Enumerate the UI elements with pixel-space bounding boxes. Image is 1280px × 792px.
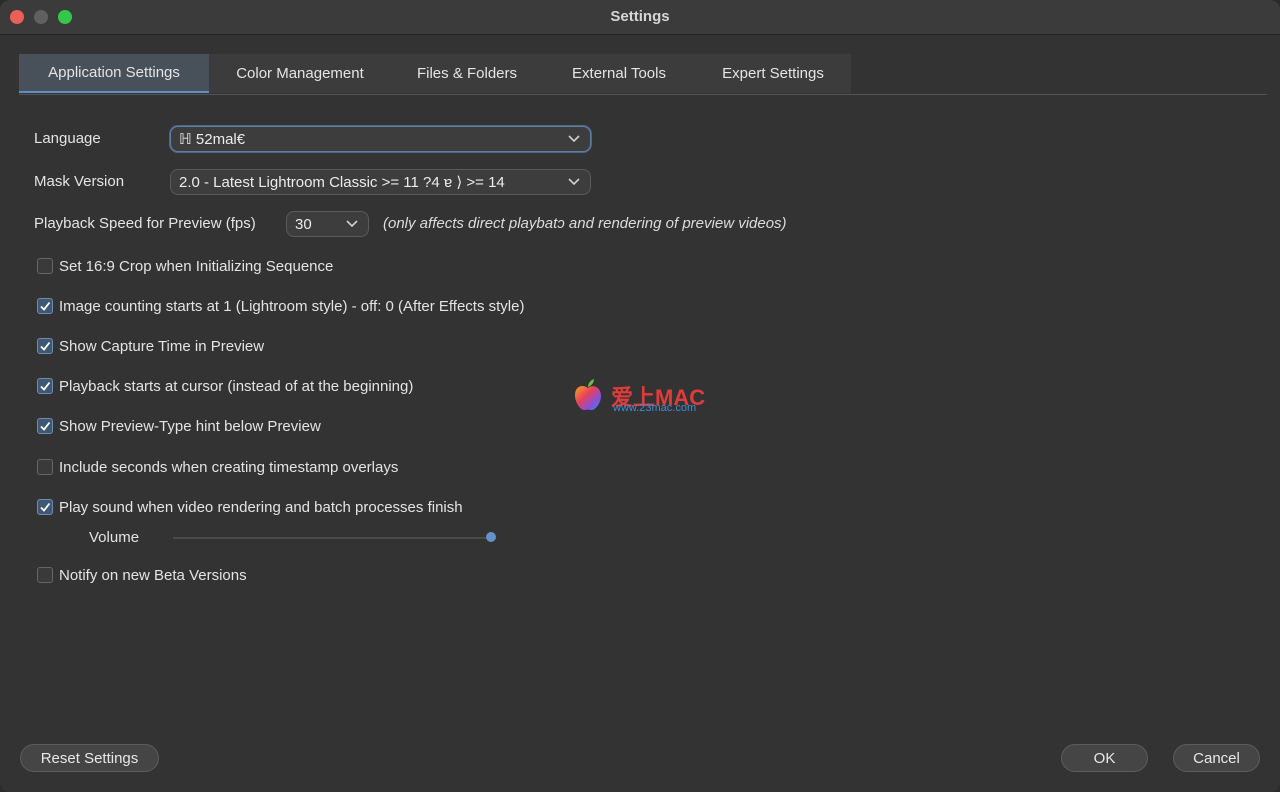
beta-versions-option[interactable]: Notify on new Beta Versions	[37, 566, 247, 584]
chevron-down-icon	[568, 178, 580, 186]
watermark: 爱上MAC www.23mac.com	[573, 378, 713, 416]
volume-slider-track[interactable]	[173, 537, 491, 539]
language-select[interactable]: ℍ 52mal€	[170, 126, 591, 152]
chevron-down-icon	[346, 220, 358, 228]
show-capture-time-option[interactable]: Show Capture Time in Preview	[37, 337, 264, 355]
checkbox-label: Show Preview-Type hint below Preview	[59, 417, 321, 435]
checkmark-icon	[40, 502, 51, 512]
checkbox-label: Notify on new Beta Versions	[59, 566, 247, 584]
checkbox[interactable]	[37, 459, 53, 475]
checkbox-label: Play sound when video rendering and batc…	[59, 498, 463, 516]
playback-speed-value: 30	[295, 215, 312, 233]
play-sound-option[interactable]: Play sound when video rendering and batc…	[37, 498, 463, 516]
checkbox-label: Show Capture Time in Preview	[59, 337, 265, 355]
mask-version-select[interactable]: 2.0 - Latest Lightroom Classic >= 11 ?4 …	[170, 169, 591, 195]
checkmark-icon	[40, 381, 51, 391]
playback-speed-label: Playback Speed for Preview (fps)	[34, 215, 256, 232]
checkbox-label: Set 16:9 Crop when Initializing Sequence	[59, 257, 334, 275]
mask-version-value: 2.0 - Latest Lightroom Classic >= 11 ?4 …	[179, 174, 505, 191]
tab-color-management[interactable]: Color Management	[209, 54, 391, 93]
checkbox-label: Playback starts at cursor (instead of at…	[59, 377, 414, 395]
language-label: Language	[34, 130, 101, 147]
checkbox[interactable]	[37, 298, 53, 314]
checkmark-icon	[40, 421, 51, 431]
playback-speed-select[interactable]: 30	[286, 211, 369, 237]
reset-settings-button[interactable]: Reset Settings	[20, 744, 159, 772]
chevron-down-icon	[568, 135, 580, 143]
checkbox[interactable]	[37, 258, 53, 274]
checkmark-icon	[40, 301, 51, 311]
preview-type-hint-option[interactable]: Show Preview-Type hint below Preview	[37, 417, 321, 435]
apple-logo-icon	[575, 379, 601, 411]
language-value: ℍ 52mal€	[179, 131, 246, 148]
settings-window: Settings Application Settings Color Mana…	[0, 0, 1280, 792]
checkbox[interactable]	[37, 378, 53, 394]
crop-16-9-option[interactable]: Set 16:9 Crop when Initializing Sequence	[37, 257, 333, 275]
window-title: Settings	[610, 8, 670, 25]
playback-at-cursor-option[interactable]: Playback starts at cursor (instead of at…	[37, 377, 413, 395]
checkbox[interactable]	[37, 499, 53, 515]
tab-bar: Application Settings Color Management Fi…	[19, 54, 1267, 95]
checkmark-icon	[40, 341, 51, 351]
tab-external-tools[interactable]: External Tools	[543, 54, 695, 93]
volume-label: Volume	[89, 529, 140, 546]
tab-expert-settings[interactable]: Expert Settings	[695, 54, 851, 93]
tab-application-settings[interactable]: Application Settings	[19, 54, 209, 93]
checkbox-label: Include seconds when creating timestamp …	[59, 458, 399, 476]
title-bar: Settings	[0, 0, 1280, 35]
cancel-button[interactable]: Cancel	[1173, 744, 1260, 772]
checkbox[interactable]	[37, 567, 53, 583]
image-counting-option[interactable]: Image counting starts at 1 (Lightroom st…	[37, 297, 524, 315]
mask-version-label: Mask Version	[34, 173, 125, 190]
watermark-url: www.23mac.com	[613, 402, 697, 414]
checkbox[interactable]	[37, 338, 53, 354]
timestamp-seconds-option[interactable]: Include seconds when creating timestamp …	[37, 458, 398, 476]
playback-speed-hint: (only affects direct playbatɔ and render…	[383, 215, 787, 232]
tab-files-folders[interactable]: Files & Folders	[391, 54, 543, 93]
volume-slider-thumb[interactable]	[486, 532, 496, 542]
checkbox-label: Image counting starts at 1 (Lightroom st…	[59, 297, 525, 315]
checkbox[interactable]	[37, 418, 53, 434]
ok-button[interactable]: OK	[1061, 744, 1148, 772]
